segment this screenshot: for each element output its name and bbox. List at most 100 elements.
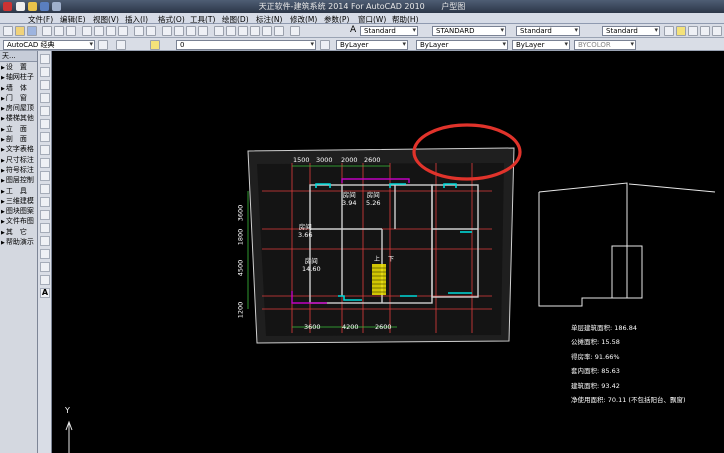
rectangle-icon[interactable] [40, 106, 50, 116]
palette-item-help-demo[interactable]: ▶帮助演示 [0, 237, 37, 247]
palette-item-rooms-roofs[interactable]: ▶房间屋顶 [0, 103, 37, 113]
palette-item-dimensions[interactable]: ▶尺寸标注 [0, 155, 37, 165]
ellipse-icon[interactable] [40, 171, 50, 181]
text-style-select[interactable]: Standard [360, 26, 418, 36]
palette-item-label: 楼梯其他 [5, 114, 34, 123]
arc-icon[interactable] [40, 119, 50, 129]
light-on-icon [150, 40, 160, 50]
spline-icon[interactable] [40, 158, 50, 168]
calculator-icon[interactable] [274, 26, 284, 36]
hatch-icon[interactable] [40, 236, 50, 246]
workspace-settings-icon[interactable] [98, 40, 108, 50]
layer-select[interactable]: 0 [176, 40, 316, 50]
preview-icon[interactable] [54, 26, 64, 36]
palette-item-section[interactable]: ▶剖 面 [0, 134, 37, 144]
publish-icon[interactable] [66, 26, 76, 36]
palette-item-label: 图层控制 [5, 176, 34, 185]
palette-item-text-tables[interactable]: ▶文字表格 [0, 144, 37, 154]
polyline-icon[interactable] [40, 80, 50, 90]
insert-block-icon[interactable] [40, 197, 50, 207]
design-center-icon[interactable] [226, 26, 236, 36]
revcloud-icon[interactable] [40, 145, 50, 155]
palette-item-tools[interactable]: ▶工 具 [0, 186, 37, 196]
line-icon[interactable] [40, 54, 50, 64]
title-bar: 天正软件-建筑系统 2014 For AutoCAD 2010 户型图 [0, 0, 724, 13]
palette-item-stairs[interactable]: ▶楼梯其他 [0, 113, 37, 123]
plotstyle-select[interactable]: BYCOLOR [574, 40, 636, 50]
palette-header[interactable]: 天... [0, 51, 37, 62]
save-icon[interactable] [27, 26, 37, 36]
multileader-style-select[interactable]: Standard [602, 26, 660, 36]
undo-icon[interactable] [134, 26, 144, 36]
palette-item-doors-windows[interactable]: ▶门 窗 [0, 93, 37, 103]
area-stats[interactable]: 单层建筑面积: 186.84 公摊面积: 15.58 得房率: 91.66% 套… [571, 321, 686, 407]
palette-item-label: 轴网柱子 [5, 73, 34, 82]
palette-item-label: 帮助演示 [5, 238, 34, 247]
paste-icon[interactable] [106, 26, 116, 36]
match-properties-icon[interactable] [118, 26, 128, 36]
palette-item-elevation[interactable]: ▶立 面 [0, 124, 37, 134]
gradient-icon[interactable] [40, 249, 50, 259]
ellipse-arc-icon[interactable] [40, 184, 50, 194]
top-dim-3: 2000 [341, 156, 358, 164]
print-icon[interactable] [42, 26, 52, 36]
mtext-icon[interactable]: A [40, 288, 50, 298]
help-icon[interactable] [290, 26, 300, 36]
copy-icon[interactable] [94, 26, 104, 36]
cut-icon[interactable] [82, 26, 92, 36]
palette-item-blocks[interactable]: ▶图块图案 [0, 206, 37, 216]
stat-shared-area: 公摊面积: 15.58 [571, 338, 620, 347]
make-block-icon[interactable] [40, 210, 50, 220]
palette-item-axis-columns[interactable]: ▶轴网柱子 [0, 72, 37, 82]
palette-item-symbols[interactable]: ▶符号标注 [0, 165, 37, 175]
top-dim-4: 2600 [364, 156, 381, 164]
tool-palettes-icon[interactable] [238, 26, 248, 36]
table-icon[interactable] [40, 275, 50, 285]
zoom-window-icon[interactable] [186, 26, 196, 36]
markup-icon[interactable] [262, 26, 272, 36]
palette-item-label: 其 它 [5, 227, 27, 236]
palette-item-others[interactable]: ▶其 它 [0, 227, 37, 237]
workspace-select[interactable]: AutoCAD 经典 [3, 40, 95, 50]
dim-style-select[interactable]: STANDARD [432, 26, 506, 36]
pan-icon[interactable] [162, 26, 172, 36]
table-style-select[interactable]: Standard [516, 26, 580, 36]
layer-state-icon[interactable] [700, 26, 710, 36]
palette-item-layer-control[interactable]: ▶图层控制 [0, 175, 37, 185]
window-title-extra: 户型图 [441, 2, 466, 11]
tangent-palette: 天... ▶设 置 ▶轴网柱子 ▶墙 体 ▶门 窗 ▶房间屋顶 ▶楼梯其他 ▶立… [0, 51, 38, 453]
point-icon[interactable] [40, 223, 50, 233]
open-icon[interactable] [15, 26, 25, 36]
new-icon[interactable] [3, 26, 13, 36]
region-icon[interactable] [40, 262, 50, 272]
sheetset-icon[interactable] [250, 26, 260, 36]
palette-item-walls[interactable]: ▶墙 体 [0, 83, 37, 93]
bulb-icon[interactable] [676, 26, 686, 36]
construction-line-icon[interactable] [40, 67, 50, 77]
drawing-area[interactable]: 1500 3000 2000 2600 3600 4200 2600 3600 … [52, 51, 724, 453]
stat-net-area: 净使用面积: 70.11 (不包括阳台、飘窗) [571, 396, 686, 405]
room-name: 房间 [298, 223, 312, 231]
color-select[interactable]: ByLayer [336, 40, 408, 50]
zoom-previous-icon[interactable] [198, 26, 208, 36]
layer-manager-icon[interactable] [116, 40, 126, 50]
lineweight-select[interactable]: ByLayer [512, 40, 570, 50]
properties-icon[interactable] [214, 26, 224, 36]
polygon-icon[interactable] [40, 93, 50, 103]
redo-icon[interactable] [146, 26, 156, 36]
left-dim-4: 1200 [236, 301, 245, 319]
circle-icon[interactable] [40, 132, 50, 142]
palette-item-label: 剖 面 [5, 135, 27, 144]
layer-prev-icon[interactable] [712, 26, 722, 36]
zoom-realtime-icon[interactable] [174, 26, 184, 36]
palette-item-label: 房间屋顶 [5, 104, 34, 113]
lock-icon[interactable] [688, 26, 698, 36]
layer-icon[interactable] [664, 26, 674, 36]
palette-item-file-layout[interactable]: ▶文件布图 [0, 216, 37, 226]
linetype-select[interactable]: ByLayer [416, 40, 508, 50]
make-current-icon[interactable] [320, 40, 330, 50]
palette-item-3d-modeling[interactable]: ▶三维建模 [0, 196, 37, 206]
palette-item-settings[interactable]: ▶设 置 [0, 62, 37, 72]
room-label: 房间 3.66 [298, 223, 312, 239]
draw-toolbar: A [38, 51, 52, 453]
